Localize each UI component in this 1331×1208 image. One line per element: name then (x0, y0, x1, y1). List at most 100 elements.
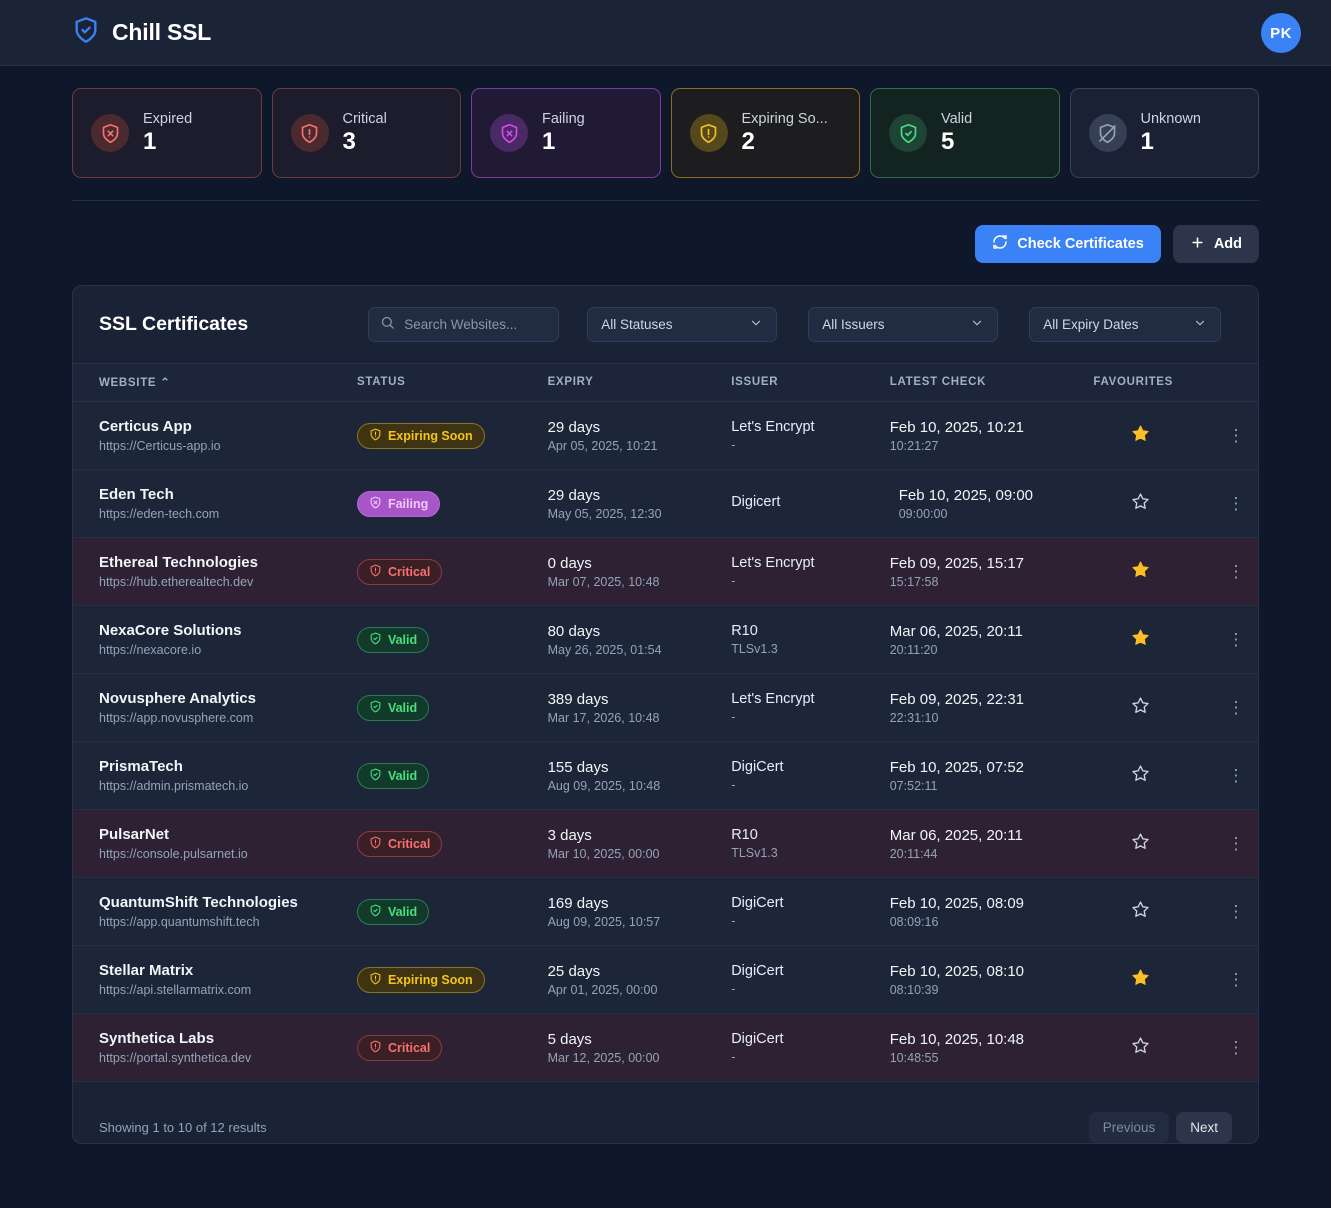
expiry-days: 169 days (547, 894, 609, 912)
row-menu-button[interactable]: ⋮ (1214, 538, 1258, 606)
stat-card-critical[interactable]: Critical 3 (271, 88, 461, 178)
latest-check-time: 15:17:58 (889, 574, 939, 589)
star-outline-icon[interactable] (1131, 696, 1150, 719)
sort-asc-icon: ⌃ (160, 377, 171, 389)
status-badge: Failing (356, 490, 441, 517)
cell-favourite (1093, 810, 1213, 878)
shield-critical-icon (369, 1040, 382, 1056)
row-menu-button[interactable]: ⋮ (1214, 878, 1258, 946)
table-row[interactable]: Stellar Matrix https://api.stellarmatrix.… (73, 945, 1258, 1014)
column-header-favourites[interactable]: FAVOURITES (1093, 363, 1214, 402)
expiry-days: 3 days (547, 826, 592, 844)
search-input[interactable] (404, 317, 548, 332)
next-page-button[interactable]: Next (1176, 1112, 1232, 1143)
row-menu-button[interactable]: ⋮ (1214, 810, 1258, 878)
column-header-latest-check[interactable]: LATEST CHECK (889, 363, 1094, 402)
stat-card-valid[interactable]: Valid 5 (870, 88, 1060, 178)
star-filled-icon[interactable] (1131, 560, 1150, 583)
table-row[interactable]: PulsarNet https://console.pulsarnet.io Cri… (73, 809, 1258, 878)
star-filled-icon[interactable] (1131, 424, 1150, 447)
table-row[interactable]: QuantumShift Technologies https://app.qua… (73, 877, 1258, 946)
stat-cards: Expired 1 Critical 3 Failing 1 Expiring So... 2… (72, 66, 1259, 201)
filter-issuer-value: All Issuers (822, 317, 885, 332)
cell-favourite (1093, 878, 1213, 946)
results-count: Showing 1 to 10 of 12 results (99, 1120, 267, 1135)
table-row[interactable]: PrismaTech https://admin.prismatech.io Val… (73, 741, 1258, 810)
status-label: Expiring Soon (387, 972, 473, 987)
cell-website: QuantumShift Technologies https://app.qua… (73, 878, 357, 946)
row-menu-button[interactable]: ⋮ (1214, 946, 1258, 1014)
status-label: Valid (387, 904, 418, 919)
shield-off-icon (1088, 114, 1127, 152)
filter-expiry[interactable]: All Expiry Dates (1029, 307, 1222, 342)
row-menu-button[interactable]: ⋮ (1214, 1014, 1258, 1082)
site-url: https://nexacore.io (99, 643, 202, 657)
check-certificates-button[interactable]: Check Certificates (975, 225, 1161, 263)
status-badge: Expiring Soon (356, 422, 485, 449)
row-menu-button[interactable]: ⋮ (1214, 402, 1258, 470)
stat-value: 1 (143, 127, 157, 155)
table-row[interactable]: Eden Tech https://eden-tech.com Failing 29 … (73, 469, 1258, 538)
star-outline-icon[interactable] (1131, 900, 1150, 923)
column-header-status[interactable]: STATUS (356, 363, 548, 402)
row-menu-button[interactable]: ⋮ (1214, 606, 1258, 674)
search-box[interactable] (368, 307, 560, 342)
avatar[interactable]: PK (1261, 13, 1301, 53)
stat-card-unknown[interactable]: Unknown 1 (1069, 88, 1259, 178)
table-row[interactable]: Synthetica Labs https://portal.synthetica… (73, 1013, 1258, 1082)
expiry-days: 80 days (547, 622, 601, 640)
cell-issuer: Let's Encrypt - (731, 674, 890, 742)
column-header-issuer[interactable]: ISSUER (731, 363, 890, 402)
status-badge: Critical (356, 1034, 443, 1061)
issuer-name: Let's Encrypt (731, 419, 815, 435)
shield-critical-icon (369, 564, 382, 580)
star-outline-icon[interactable] (1131, 764, 1150, 787)
stat-card-failing[interactable]: Failing 1 (471, 88, 661, 178)
star-outline-icon[interactable] (1131, 492, 1150, 515)
page-title: SSL Certificates (99, 313, 249, 335)
table-footer: Showing 1 to 10 of 12 results Previous N… (73, 1082, 1258, 1143)
shield-valid-icon (369, 632, 382, 648)
issuer-name: R10 (731, 623, 758, 639)
cell-issuer: DigiCert - (731, 1014, 890, 1082)
table-row[interactable]: Certicus App https://Certicus-app.io Expir… (73, 401, 1258, 470)
shield-alert-icon (290, 114, 329, 152)
cell-website: PulsarNet https://console.pulsarnet.io (73, 810, 357, 878)
cell-expiry: 29 days May 05, 2025, 12:30 (548, 470, 732, 538)
stat-card-expired[interactable]: Expired 1 (72, 88, 262, 178)
action-toolbar: Check Certificates Add (72, 201, 1259, 285)
table-row[interactable]: Ethereal Technologies https://hub.etherea… (73, 537, 1258, 606)
chevron-down-icon (1193, 316, 1207, 333)
issuer-protocol: - (731, 710, 736, 724)
star-filled-icon[interactable] (1131, 628, 1150, 651)
issuer-protocol: TLSv1.3 (731, 846, 778, 860)
filter-status[interactable]: All Statuses (587, 307, 778, 342)
table-row[interactable]: NexaCore Solutions https://nexacore.io Val… (73, 605, 1258, 674)
previous-page-button[interactable]: Previous (1088, 1112, 1170, 1143)
add-button[interactable]: Add (1172, 225, 1259, 263)
issuer-name: Let's Encrypt (731, 691, 815, 707)
star-filled-icon[interactable] (1131, 968, 1150, 991)
expiry-date: May 26, 2025, 01:54 (547, 642, 662, 657)
stat-card-expiring-so[interactable]: Expiring So... 2 (670, 88, 860, 178)
stat-value: 1 (542, 127, 556, 155)
status-label: Valid (387, 700, 418, 715)
column-header-website[interactable]: WEBSITE ⌃ (73, 363, 357, 402)
site-url: https://app.quantumshift.tech (99, 915, 260, 929)
shield-valid-icon (369, 700, 382, 716)
filter-issuer[interactable]: All Issuers (808, 307, 999, 342)
column-header-expiry[interactable]: EXPIRY (547, 363, 732, 402)
latest-check-time: 22:31:10 (889, 710, 939, 725)
app-title: Chill SSL (112, 19, 212, 45)
table-row[interactable]: Novusphere Analytics https://app.novusphe… (73, 673, 1258, 742)
row-menu-button[interactable]: ⋮ (1214, 470, 1258, 538)
star-outline-icon[interactable] (1131, 832, 1150, 855)
chevron-down-icon (970, 316, 984, 333)
row-menu-button[interactable]: ⋮ (1214, 742, 1258, 810)
cell-latest-check: Feb 10, 2025, 07:52 07:52:11 (890, 742, 1094, 810)
cell-status: Valid (356, 674, 548, 742)
expiry-date: Aug 09, 2025, 10:57 (547, 914, 661, 929)
cell-issuer: Let's Encrypt - (731, 538, 890, 606)
row-menu-button[interactable]: ⋮ (1214, 674, 1258, 742)
star-outline-icon[interactable] (1131, 1036, 1150, 1059)
